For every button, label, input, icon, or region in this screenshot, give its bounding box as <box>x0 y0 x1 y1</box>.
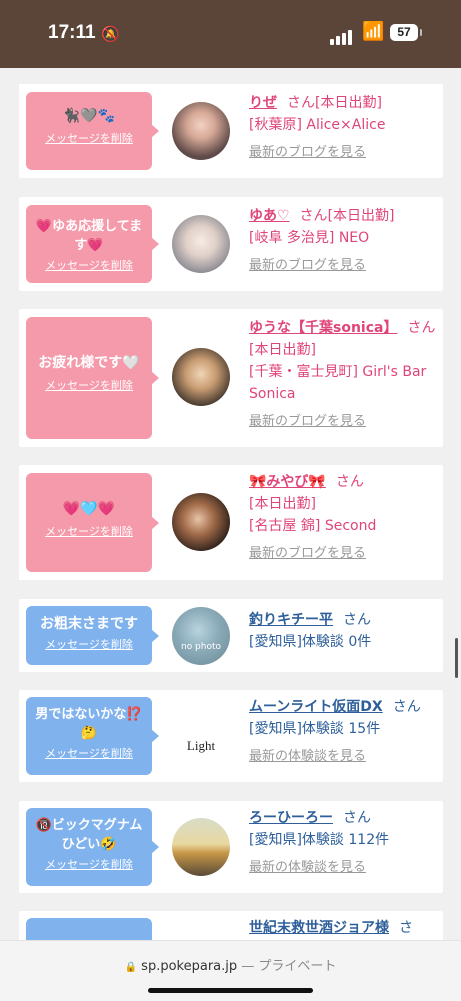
scrollbar-thumb[interactable] <box>455 638 458 678</box>
avatar[interactable] <box>172 215 230 273</box>
review-count: [愛知県]体験談 15件 <box>249 721 381 737</box>
blog-link[interactable]: 最新のブログを見る <box>249 543 439 565</box>
message-bubble <box>26 918 152 940</box>
message-list[interactable]: 🐈‍⬛🩶🐾 メッセージを削除 りぜ さん[本日出勤] [秋葉原] Alice×Al… <box>0 68 461 940</box>
profile-info: ろーひーろー さん [愛知県]体験談 112件 最新の体験談を見る <box>249 807 439 879</box>
message-text: 男ではないかな⁉️🤔 <box>35 707 143 741</box>
attendance-tag: [本日出勤] <box>249 342 316 358</box>
profile-info: りぜ さん[本日出勤] [秋葉原] Alice×Alice 最新のブログを見る <box>249 92 439 164</box>
url-text[interactable]: 🔒 sp.pokepara.jp — プライベート <box>0 955 461 974</box>
review-count: [愛知県]体験談 0件 <box>249 634 372 650</box>
profile-info: 釣りキチー平 さん [愛知県]体験談 0件 <box>249 609 439 653</box>
profile-info: ゆうな【千葉sonica】 さん [本日出勤] [千葉・富士見町] Girl's B… <box>249 317 439 433</box>
delete-message-link[interactable]: メッセージを削除 <box>32 856 146 872</box>
list-item: 💗ゆあ応援してます💗 メッセージを削除 ゆあ♡ さん[本日出勤] [岐阜 多治見]… <box>19 197 443 291</box>
shop-location: [岐阜 多治見] NEO <box>249 230 370 246</box>
clock: 17:11 <box>48 22 96 43</box>
profile-info: ムーンライト仮面DX さん [愛知県]体験談 15件 最新の体験談を見る <box>249 696 439 768</box>
delete-message-link[interactable]: メッセージを削除 <box>32 130 146 146</box>
honorific: さん <box>343 612 371 628</box>
avatar[interactable] <box>172 348 230 406</box>
review-count: [愛知県]体験談 112件 <box>249 832 390 848</box>
delete-message-link[interactable]: メッセージを削除 <box>32 523 146 539</box>
honorific: さん <box>343 810 371 826</box>
profile-info: 世紀末救世酒ジョア様さ <box>249 917 443 939</box>
message-bubble: お疲れ様です🤍 メッセージを削除 <box>26 317 159 439</box>
private-label: プライベート <box>258 959 337 974</box>
avatar[interactable] <box>172 818 230 876</box>
attendance-tag: [本日出勤] <box>315 95 382 111</box>
message-text: 💗ゆあ応援してます💗 <box>35 219 143 253</box>
avatar[interactable] <box>172 102 230 160</box>
bell-slash-icon: 🔕 <box>101 25 120 43</box>
message-bubble: 💗ゆあ応援してます💗 メッセージを削除 <box>26 205 159 283</box>
list-item: 🔞ビックマグナムひどい🤣 メッセージを削除 ろーひーろー さん [愛知県]体験談 … <box>19 801 443 893</box>
lock-icon: 🔒 <box>124 962 138 973</box>
avatar[interactable]: Light <box>172 707 230 765</box>
profile-name-link[interactable]: りぜ <box>249 95 277 111</box>
message-text: 💗🩵💗 <box>62 501 116 517</box>
delete-message-link[interactable]: メッセージを削除 <box>32 745 146 761</box>
honorific: さん <box>392 699 421 715</box>
shop-location: [千葉・富士見町] Girl's Bar Sonica <box>249 364 427 402</box>
delete-message-link[interactable]: メッセージを削除 <box>32 636 146 652</box>
profile-info: ゆあ♡ さん[本日出勤] [岐阜 多治見] NEO 最新のブログを見る <box>249 205 439 277</box>
profile-name-link[interactable]: ゆうな【千葉sonica】 <box>249 320 397 336</box>
message-text: お粗末さまです <box>40 616 138 632</box>
message-bubble: 男ではないかな⁉️🤔 メッセージを削除 <box>26 697 159 775</box>
signal-icon <box>330 26 354 45</box>
honorific: さん <box>335 474 364 490</box>
delete-message-link[interactable]: メッセージを削除 <box>32 377 146 393</box>
browser-url-bar[interactable]: 🔒 sp.pokepara.jp — プライベート <box>0 940 461 1001</box>
message-text: 🐈‍⬛🩶🐾 <box>62 108 116 124</box>
url-separator: — <box>237 959 259 974</box>
list-item: お粗末さまです メッセージを削除 no photo 釣りキチー平 さん [愛知県]… <box>19 599 443 672</box>
list-item: 男ではないかな⁉️🤔 メッセージを削除 Light ムーンライト仮面DX さん [… <box>19 690 443 782</box>
profile-name-link[interactable]: ろーひーろー <box>249 810 333 826</box>
shop-location: [秋葉原] Alice×Alice <box>249 117 386 133</box>
avatar[interactable] <box>172 493 230 551</box>
list-item: 世紀末救世酒ジョア様さ <box>19 911 443 940</box>
profile-name-link[interactable]: 釣りキチー平 <box>249 612 333 628</box>
battery-icon: 57 <box>390 24 422 41</box>
avatar[interactable]: no photo <box>172 607 230 665</box>
delete-message-link[interactable]: メッセージを削除 <box>32 257 146 273</box>
review-link[interactable]: 最新の体験談を見る <box>249 746 439 768</box>
message-text: お疲れ様です🤍 <box>38 355 140 371</box>
honorific: さん <box>407 320 436 336</box>
url-host: sp.pokepara.jp <box>141 959 238 974</box>
attendance-tag: [本日出勤] <box>327 208 395 224</box>
blog-link[interactable]: 最新のブログを見る <box>249 142 439 164</box>
message-text: 🔞ビックマグナムひどい🤣 <box>35 818 143 852</box>
honorific: さ <box>399 920 413 936</box>
blog-link[interactable]: 最新のブログを見る <box>249 255 439 277</box>
profile-name-link[interactable]: ゆあ♡ <box>249 208 290 224</box>
profile-name-link[interactable]: ムーンライト仮面DX <box>249 699 383 715</box>
message-bubble: お粗末さまです メッセージを削除 <box>26 606 159 665</box>
status-bar: 17:11 🔕 📶 57 <box>0 0 461 68</box>
profile-info: 🎀みやび🎀 さん [本日出勤] [名古屋 錦] Second 最新のブログを見る <box>249 471 439 565</box>
profile-name-link[interactable]: 🎀みやび🎀 <box>249 474 326 490</box>
profile-name-link[interactable]: 世紀末救世酒ジョア様 <box>249 920 389 936</box>
list-item: お疲れ様です🤍 メッセージを削除 ゆうな【千葉sonica】 さん [本日出勤] [… <box>19 309 443 447</box>
review-link[interactable]: 最新の体験談を見る <box>249 857 439 879</box>
message-bubble: 🐈‍⬛🩶🐾 メッセージを削除 <box>26 92 159 170</box>
shop-location: [名古屋 錦] Second <box>249 518 377 534</box>
wifi-icon: 📶 <box>362 21 385 42</box>
attendance-tag: [本日出勤] <box>249 496 316 512</box>
honorific: さん <box>287 95 315 111</box>
list-item: 🐈‍⬛🩶🐾 メッセージを削除 りぜ さん[本日出勤] [秋葉原] Alice×Al… <box>19 84 443 178</box>
blog-link[interactable]: 最新のブログを見る <box>249 411 439 433</box>
list-item: 💗🩵💗 メッセージを削除 🎀みやび🎀 さん [本日出勤] [名古屋 錦] Seco… <box>19 465 443 580</box>
honorific: さん <box>299 208 328 224</box>
home-indicator[interactable] <box>148 988 313 993</box>
message-bubble: 💗🩵💗 メッセージを削除 <box>26 473 159 572</box>
message-bubble: 🔞ビックマグナムひどい🤣 メッセージを削除 <box>26 808 159 886</box>
